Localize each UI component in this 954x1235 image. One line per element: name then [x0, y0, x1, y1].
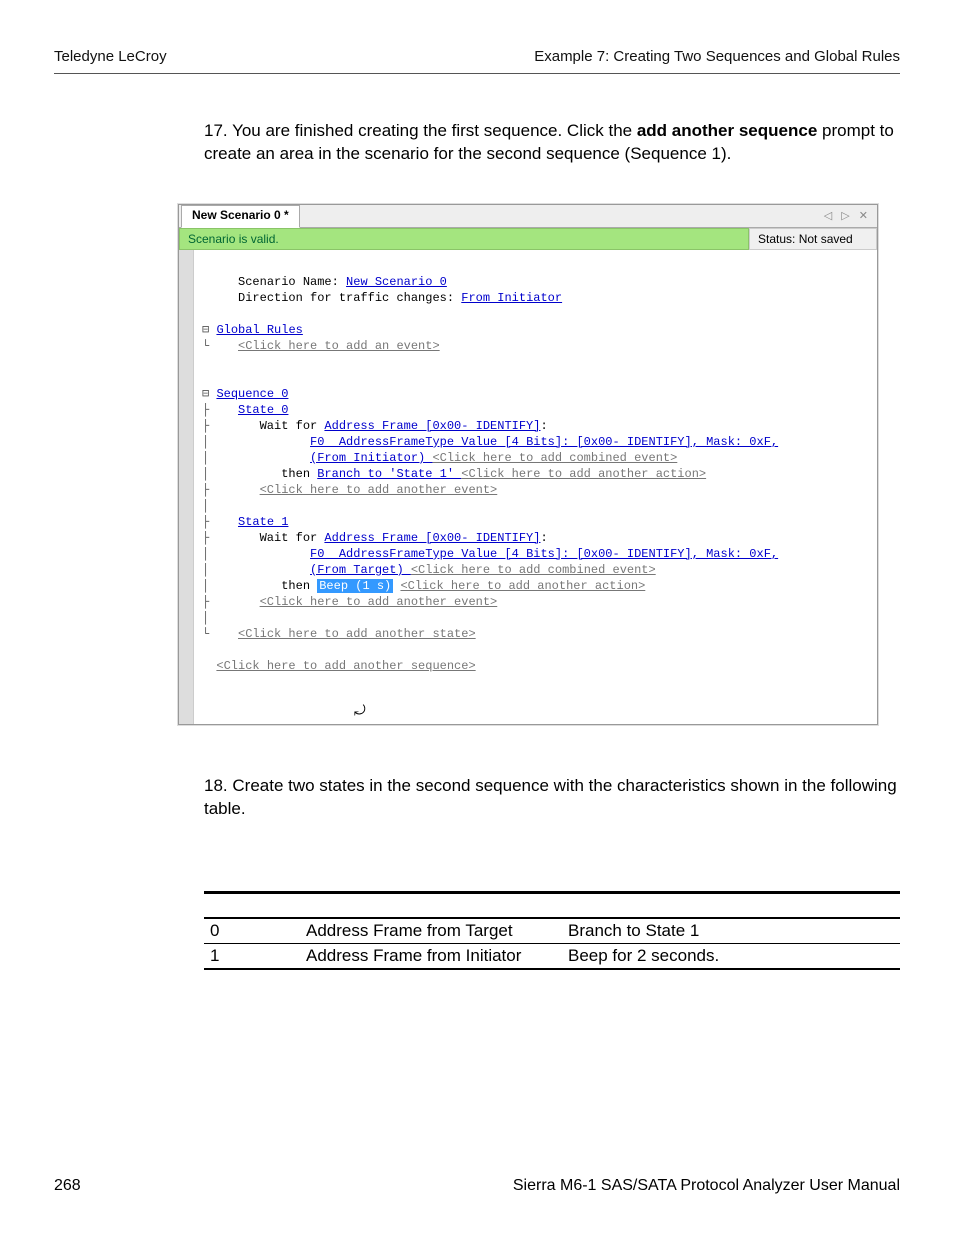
state-0-link[interactable]: State 0: [238, 403, 288, 417]
global-rules-link[interactable]: Global Rules: [216, 323, 302, 337]
direction-link[interactable]: From Initiator: [461, 291, 562, 305]
beep-highlight[interactable]: Beep (1 s): [317, 579, 393, 593]
add-action-0[interactable]: <Click here to add another action>: [461, 467, 706, 481]
addr-frame-1[interactable]: Address Frame [0x00- IDENTIFY]: [324, 531, 540, 545]
add-combined-1[interactable]: <Click here to add combined event>: [411, 563, 656, 577]
state-1-link[interactable]: State 1: [238, 515, 288, 529]
header-left: Teledyne LeCroy: [54, 48, 167, 65]
add-combined-0[interactable]: <Click here to add combined event>: [432, 451, 677, 465]
header-right: Example 7: Creating Two Sequences and Gl…: [534, 48, 900, 65]
code-body: Scenario Name: New Scenario 0 Direction …: [194, 250, 877, 724]
scenario-tab[interactable]: New Scenario 0 *: [181, 205, 300, 228]
then-0: then: [281, 467, 317, 481]
addr-frame-0[interactable]: Address Frame [0x00- IDENTIFY]: [324, 419, 540, 433]
footer-title: Sierra M6-1 SAS/SATA Protocol Analyzer U…: [513, 1177, 900, 1195]
add-another-state[interactable]: <Click here to add another state>: [238, 627, 476, 641]
step-18-num: 18.: [204, 776, 228, 795]
scenario-name-link[interactable]: New Scenario 0: [346, 275, 447, 289]
add-action-1[interactable]: <Click here to add another action>: [400, 579, 645, 593]
step-18: 18. Create two states in the second sequ…: [204, 775, 900, 821]
step-17: 17. You are finished creating the first …: [204, 120, 900, 166]
cell-0-0: 0: [204, 918, 300, 944]
step-17-text-a: You are finished creating the first sequ…: [232, 121, 637, 140]
step-17-bold: add another sequence: [637, 121, 817, 140]
table-row: 0 Address Frame from Target Branch to St…: [204, 918, 900, 944]
step-18-text: Create two states in the second sequence…: [204, 776, 897, 818]
cell-1-2: Beep for 2 seconds.: [562, 944, 900, 970]
states-table: 0 Address Frame from Target Branch to St…: [204, 891, 900, 971]
scen-name-label: Scenario Name:: [238, 275, 346, 289]
status-valid: Scenario is valid.: [179, 228, 749, 250]
tab-bar: New Scenario 0 * ◁ ▷ ✕: [179, 205, 877, 228]
cell-1-1: Address Frame from Initiator: [300, 944, 562, 970]
from-initiator-0[interactable]: (From Initiator): [310, 451, 432, 465]
cell-0-2: Branch to State 1: [562, 918, 900, 944]
from-target-1[interactable]: (From Target): [310, 563, 411, 577]
screenshot-panel: New Scenario 0 * ◁ ▷ ✕ Scenario is valid…: [178, 204, 878, 725]
sequence-0-link[interactable]: Sequence 0: [216, 387, 288, 401]
f0-line-1[interactable]: F0 AddressFrameType Value [4 Bits]: [0x0…: [310, 547, 778, 561]
wait-for-0: Wait for: [260, 419, 325, 433]
page-number: 268: [54, 1177, 81, 1195]
branch-state1[interactable]: Branch to 'State 1': [317, 467, 461, 481]
table-row: 1 Address Frame from Initiator Beep for …: [204, 944, 900, 970]
add-event-prompt[interactable]: <Click here to add an event>: [238, 339, 440, 353]
wait-for-1: Wait for: [260, 531, 325, 545]
dir-label: Direction for traffic changes:: [238, 291, 461, 305]
add-another-event-1[interactable]: <Click here to add another event>: [260, 595, 498, 609]
status-not-saved: Status: Not saved: [749, 228, 877, 250]
add-another-event-0[interactable]: <Click here to add another event>: [260, 483, 498, 497]
step-17-num: 17.: [204, 121, 228, 140]
cursor-icon: ⤾: [354, 704, 366, 720]
tab-controls[interactable]: ◁ ▷ ✕: [824, 209, 877, 222]
cell-1-0: 1: [204, 944, 300, 970]
code-gutter: [179, 250, 194, 724]
add-another-sequence[interactable]: <Click here to add another sequence>: [216, 659, 475, 673]
f0-line-0[interactable]: F0 AddressFrameType Value [4 Bits]: [0x0…: [310, 435, 778, 449]
cell-0-1: Address Frame from Target: [300, 918, 562, 944]
then-1: then: [281, 579, 317, 593]
